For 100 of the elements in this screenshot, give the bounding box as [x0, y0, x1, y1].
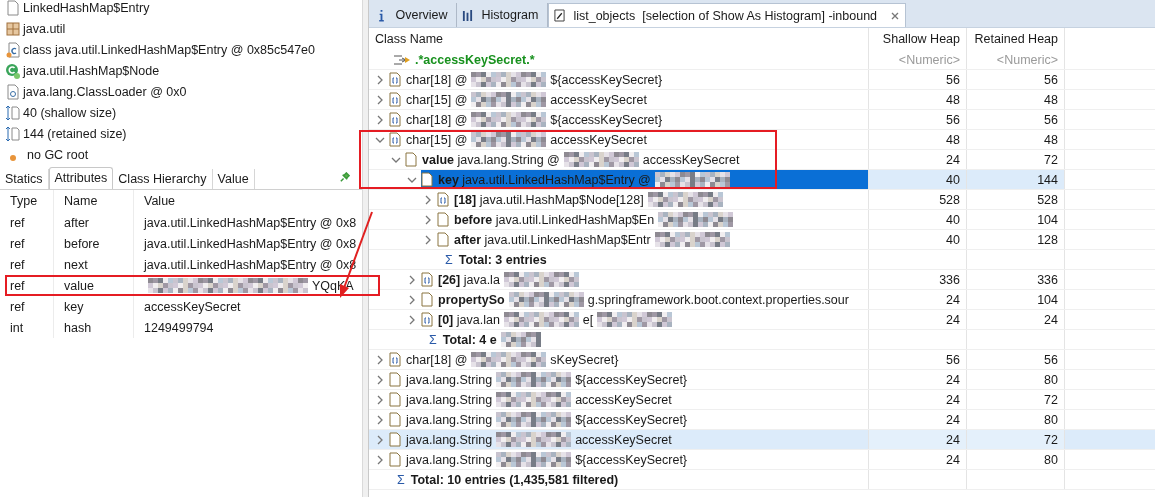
tree-row[interactable]: [0] java.lan e[: [421, 310, 868, 329]
retained-heap-value: 80: [1044, 452, 1058, 467]
class-name-text: accessKeySecret: [575, 392, 672, 407]
column-header[interactable]: Retained Heap: [967, 28, 1065, 50]
class-name-text: propertySo: [438, 292, 505, 307]
tree-row[interactable]: java.lang.String accessKeySecret: [389, 390, 868, 409]
table-cell-text: ref: [9, 256, 26, 274]
class-name-text: g.springframework.boot.context.properties.sour: [587, 292, 849, 307]
object-info-text: java.util: [23, 21, 66, 36]
tree-row[interactable]: char[15] @ accessKeySecret: [389, 90, 868, 109]
retained-heap-value: 56: [1044, 112, 1058, 127]
class-name-text: java.lang.String: [406, 452, 493, 467]
array-icon: [421, 272, 433, 287]
class-name-text: ${accessKeySecret}: [550, 112, 663, 127]
size-icon: [6, 104, 20, 121]
tree-row[interactable]: propertySo g.springframework.boot.context.properties.sour: [421, 290, 868, 309]
retained-heap-value: 48: [1044, 132, 1058, 147]
class-name-text: accessKeySecret: [575, 432, 672, 447]
shallow-heap-value: 40: [946, 172, 960, 187]
tree-row[interactable]: [18] java.util.HashMap$Node[128]: [437, 190, 868, 209]
regex-filter-icon: [393, 52, 411, 67]
class-name-text: ${accessKeySecret}: [575, 412, 688, 427]
retained-heap-value: 104: [1037, 292, 1058, 307]
info-icon: [376, 8, 387, 22]
tree-row[interactable]: java.lang.String ${accessKeySecret}: [389, 450, 868, 469]
object-info-text: java.util.HashMap$Node: [23, 63, 160, 78]
tree-row[interactable]: after java.util.LinkedHashMap$Entr: [437, 230, 868, 249]
retained-heap-value: 24: [1044, 312, 1058, 327]
class-name-text: ${accessKeySecret}: [575, 372, 688, 387]
total-text: Total: 10 entries (1,435,581 filtered): [410, 472, 619, 487]
class-name-text: sKeySecret}: [550, 352, 619, 367]
tree-row[interactable]: [26] java.la: [421, 270, 868, 289]
class-name-text: key java.util.LinkedHashMap$Entry @: [438, 172, 651, 187]
object-info-text: 40 (shallow size): [23, 105, 117, 120]
pin-icon[interactable]: [339, 172, 350, 183]
class-name-text: char[18] @: [406, 112, 468, 127]
object-info-text: no GC root: [27, 147, 89, 162]
tree-row[interactable]: value java.lang.String @ accessKeySecret: [405, 150, 868, 169]
class-name-text: char[15] @: [406, 132, 468, 147]
dot-icon: [10, 154, 16, 161]
class-name-text: java.lang.String: [406, 372, 493, 387]
bar-chart-icon: [462, 8, 474, 22]
retained-heap-value: 80: [1044, 412, 1058, 427]
tree-row[interactable]: char[18] @ ${accessKeySecret}: [389, 70, 868, 89]
shallow-heap-value: 48: [946, 132, 960, 147]
tree-row[interactable]: before java.util.LinkedHashMap$En: [437, 210, 868, 229]
superclass-icon: [6, 62, 20, 79]
retained-heap-value: 336: [1037, 272, 1058, 287]
class-name-text: ${accessKeySecret}: [550, 72, 663, 87]
column-header[interactable]: Type: [0, 190, 53, 212]
tree-row[interactable]: java.lang.String ${accessKeySecret}: [389, 370, 868, 389]
class-name-text: [0] java.lan: [438, 312, 500, 327]
array-icon: [389, 92, 401, 107]
total-text: Total: 4 e: [442, 332, 497, 347]
inspector-tab[interactable]: Attributes: [48, 167, 114, 189]
file-icon: [389, 372, 401, 387]
class-name-text: before java.util.LinkedHashMap$En: [454, 212, 655, 227]
array-icon: [437, 192, 449, 207]
redaction-mosaic: [500, 332, 541, 347]
retained-heap-value: 144: [1037, 172, 1058, 187]
filter-field[interactable]: .*accessKeySecret.*: [415, 52, 535, 67]
shallow-heap-value: 24: [946, 152, 960, 167]
table-cell: hash: [53, 317, 133, 338]
object-info-text: class java.util.LinkedHashMap$Entry @ 0x85c547e0: [23, 42, 316, 57]
shallow-heap-value: 24: [946, 372, 960, 387]
shallow-heap-value: 40: [946, 212, 960, 227]
column-header[interactable]: Name: [53, 190, 133, 212]
file-icon: [389, 412, 401, 427]
class-icon: [6, 41, 20, 58]
shallow-heap-value: 56: [946, 112, 960, 127]
table-cell: accessKeySecret: [144, 299, 241, 314]
class-name-text: accessKeySecret: [550, 92, 647, 107]
loader-icon: [6, 83, 20, 100]
sum-icon: Σ: [397, 472, 405, 487]
class-name-text: [18] java.util.HashMap$Node[128]: [454, 192, 644, 207]
class-name-text: char[18] @: [406, 72, 468, 87]
panel-splitter[interactable]: [362, 0, 369, 497]
retained-heap-value: 48: [1044, 92, 1058, 107]
retained-heap-value: 56: [1044, 352, 1058, 367]
file-icon: [389, 392, 401, 407]
column-header[interactable]: Shallow Heap: [869, 28, 967, 50]
shallow-heap-value: 24: [946, 392, 960, 407]
tree-row[interactable]: key java.util.LinkedHashMap$Entry @: [421, 170, 868, 189]
tree-row[interactable]: java.lang.String accessKeySecret: [389, 430, 868, 449]
retained-heap-value: 80: [1044, 372, 1058, 387]
class-name-text: char[18] @: [406, 352, 468, 367]
column-header[interactable]: Class Name: [369, 28, 869, 50]
tree-row[interactable]: char[18] @ ${accessKeySecret}: [389, 110, 868, 129]
class-name-text: after java.util.LinkedHashMap$Entr: [454, 232, 651, 247]
tree-row[interactable]: java.lang.String ${accessKeySecret}: [389, 410, 868, 429]
table-cell: before: [53, 233, 133, 254]
table-cell: next: [53, 254, 133, 275]
table-cell: java.util.LinkedHashMap$Entry @ 0x8: [144, 236, 357, 251]
close-icon[interactable]: [889, 10, 900, 21]
class-name-text: java.lang.String: [406, 392, 493, 407]
tree-row[interactable]: char[18] @ sKeySecret}: [389, 350, 868, 369]
sum-icon: Σ: [429, 332, 437, 347]
editor-tab[interactable]: list_objects [selection of Show As Histogram] -inbound: [547, 3, 906, 27]
shallow-heap-value: 24: [946, 432, 960, 447]
array-icon: [389, 72, 401, 87]
